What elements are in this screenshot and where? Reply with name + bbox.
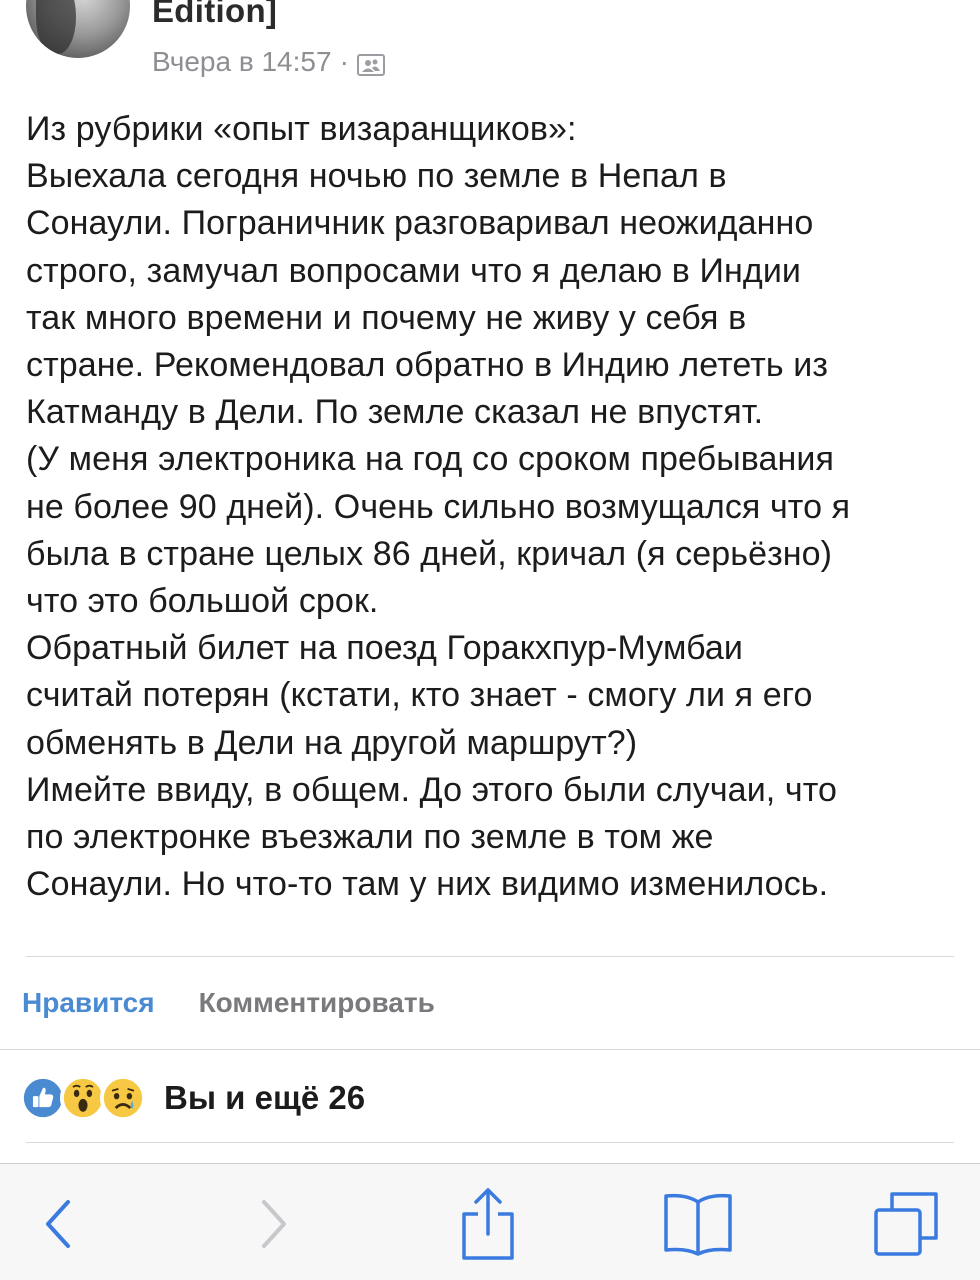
sad-reaction-icon — [100, 1075, 146, 1121]
back-icon — [46, 1200, 70, 1248]
post-page: Edition] Вчера в 14:57 · Из рубрики «опы… — [0, 0, 980, 1280]
divider — [0, 1049, 980, 1050]
meta-separator: · — [339, 46, 349, 77]
tabs-button[interactable] — [866, 1184, 946, 1264]
back-button[interactable] — [18, 1184, 98, 1264]
forward-icon — [262, 1200, 286, 1248]
author-name[interactable]: Edition] — [152, 0, 277, 30]
post-meta: Вчера в 14:57 · — [152, 44, 385, 80]
bookmarks-icon — [664, 1193, 732, 1256]
share-button[interactable] — [448, 1184, 528, 1264]
divider — [26, 956, 954, 957]
share-icon — [462, 1188, 514, 1260]
post-actions: Нравится Комментировать — [22, 980, 435, 1026]
forward-button[interactable] — [234, 1184, 314, 1264]
post-text: Из рубрики «опыт визаранщиков»: Выехала … — [26, 110, 851, 904]
comment-button[interactable]: Комментировать — [199, 987, 435, 1019]
friends-icon — [356, 51, 385, 76]
divider — [26, 1142, 954, 1143]
reactions-summary[interactable]: Вы и ещё 26 — [20, 1073, 365, 1123]
reactions-count-text: Вы и ещё 26 — [164, 1079, 366, 1116]
browser-toolbar — [0, 1163, 980, 1280]
author-avatar[interactable] — [26, 0, 130, 58]
tabs-icon — [874, 1192, 938, 1256]
post-timestamp[interactable]: Вчера в 14:57 — [152, 46, 332, 78]
bookmarks-button[interactable] — [658, 1184, 738, 1264]
like-button[interactable]: Нравится — [22, 987, 155, 1019]
